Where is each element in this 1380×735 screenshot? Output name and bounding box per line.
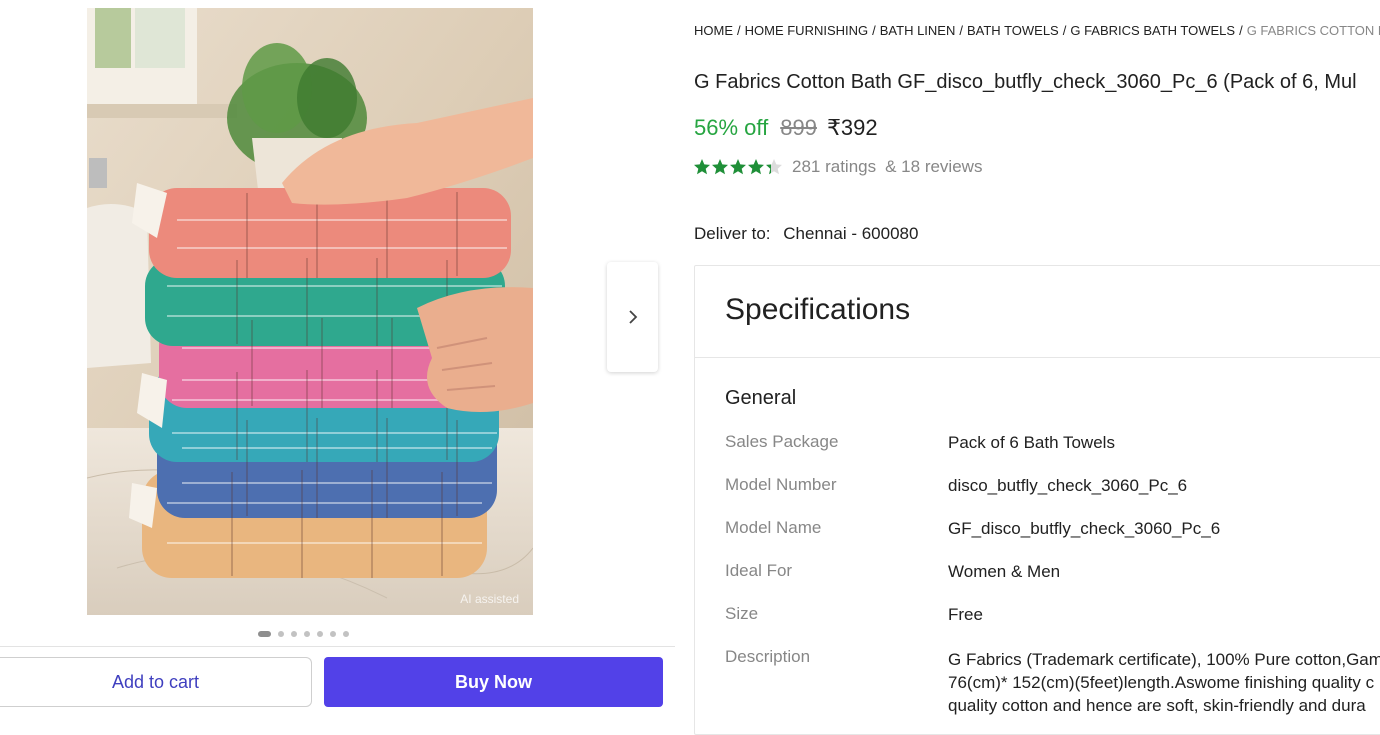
breadcrumb-separator: / xyxy=(1239,23,1243,38)
spec-value: Pack of 6 Bath Towels xyxy=(948,433,1115,452)
breadcrumb: HOME / HOME FURNISHING / BATH LINEN / BATH TOW… xyxy=(694,23,1380,38)
spec-group-title: General xyxy=(725,387,797,409)
image-carousel-dots[interactable] xyxy=(258,630,349,638)
delivery-location[interactable]: Chennai - 600080 xyxy=(783,224,918,243)
spec-description: G Fabrics (Trademark certificate), 100% … xyxy=(948,648,1380,717)
breadcrumb-home-furnishing[interactable]: HOME FURNISHING xyxy=(745,23,869,38)
breadcrumb-home[interactable]: HOME xyxy=(694,23,733,38)
star-rating xyxy=(693,158,783,176)
carousel-dot[interactable] xyxy=(304,631,310,637)
spec-key: Ideal For xyxy=(725,561,793,580)
carousel-dot[interactable] xyxy=(291,631,297,637)
delivery-info: Deliver to: Chennai - 600080 xyxy=(694,224,918,244)
carousel-dot[interactable] xyxy=(330,631,336,637)
specifications-card: Specifications General Sales Package Pac… xyxy=(694,265,1380,735)
spec-value: disco_butfly_check_3060_Pc_6 xyxy=(948,476,1188,495)
specifications-header: Specifications xyxy=(695,266,1380,358)
towel-stack-illustration xyxy=(87,8,533,615)
breadcrumb-current: G FABRICS COTTON BATH xyxy=(1246,23,1380,38)
buy-now-button[interactable]: Buy Now xyxy=(324,657,663,707)
carousel-dot[interactable] xyxy=(278,631,284,637)
spec-value: Women & Men xyxy=(948,562,1061,581)
add-to-cart-button[interactable]: Add to cart xyxy=(0,657,312,707)
breadcrumb-bath-linen[interactable]: BATH LINEN xyxy=(880,23,956,38)
spec-value: GF_disco_butfly_check_3060_Pc_6 xyxy=(948,519,1221,538)
reviews-count[interactable]: & 18 reviews xyxy=(885,157,982,177)
next-image-button[interactable] xyxy=(607,262,658,372)
carousel-dot[interactable] xyxy=(317,631,323,637)
selling-price: ₹392 xyxy=(826,115,878,140)
price-row: 56% off 899 ₹392 xyxy=(694,115,878,141)
star-icon xyxy=(766,159,782,175)
spec-key: Size xyxy=(725,604,759,623)
spec-key: Description xyxy=(725,647,811,666)
chevron-right-icon xyxy=(628,310,637,324)
deliver-to-label: Deliver to: xyxy=(694,224,771,243)
description-line: quality cotton and hence are soft, skin-… xyxy=(948,696,1366,715)
product-image[interactable]: AI assisted xyxy=(87,8,533,615)
ratings-count[interactable]: 281 ratings xyxy=(792,157,876,177)
original-price: 899 xyxy=(780,115,817,140)
spec-key: Model Name xyxy=(725,518,822,537)
spec-key: Sales Package xyxy=(725,432,839,451)
breadcrumb-g-fabrics-bath-towels[interactable]: G FABRICS BATH TOWELS xyxy=(1070,23,1235,38)
star-icon xyxy=(694,159,710,175)
star-icon xyxy=(748,159,764,175)
breadcrumb-bath-towels[interactable]: BATH TOWELS xyxy=(967,23,1059,38)
description-line: 76(cm)* 152(cm)(5feet)length.Aswome fini… xyxy=(948,673,1375,692)
star-icon xyxy=(712,159,728,175)
specifications-title: Specifications xyxy=(725,293,911,326)
breadcrumb-separator: / xyxy=(872,23,876,38)
spec-key: Model Number xyxy=(725,475,837,494)
breadcrumb-separator: / xyxy=(737,23,741,38)
star-icon xyxy=(730,159,746,175)
product-title: G Fabrics Cotton Bath GF_disco_butfly_ch… xyxy=(694,71,1357,93)
description-line: G Fabrics (Trademark certificate), 100% … xyxy=(948,650,1380,669)
carousel-dot[interactable] xyxy=(343,631,349,637)
spec-value: Free xyxy=(948,605,983,624)
breadcrumb-separator: / xyxy=(1062,23,1067,38)
rating-row: 281 ratings & 18 reviews xyxy=(693,157,982,177)
breadcrumb-separator: / xyxy=(959,23,963,38)
carousel-dot[interactable] xyxy=(258,631,271,637)
ai-assisted-watermark: AI assisted xyxy=(460,592,519,606)
discount-label: 56% off xyxy=(694,115,769,140)
